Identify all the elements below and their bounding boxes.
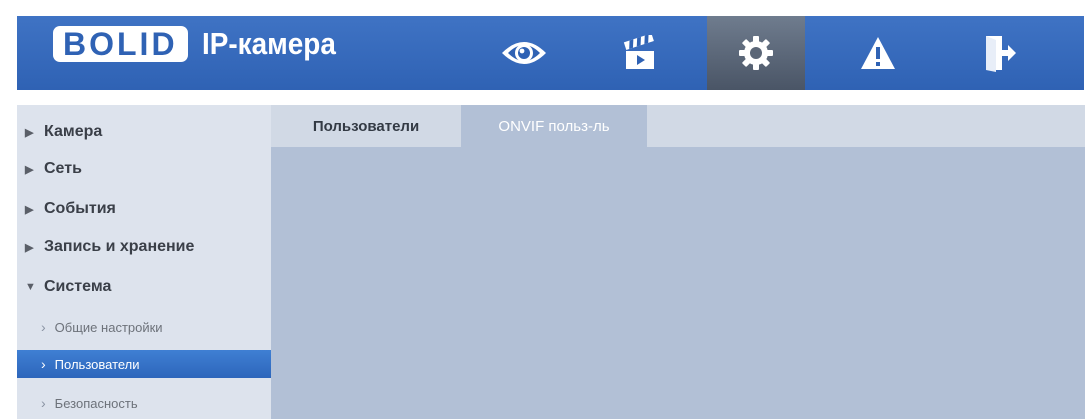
collapsed-arrow-icon: ▶ <box>25 203 34 216</box>
expanded-arrow-icon: ▼ <box>25 281 36 293</box>
top-navigation-bar: BOLID IP-камера <box>17 16 1084 90</box>
sidebar-subitem-general-settings[interactable]: › Общие настройки <box>17 313 271 341</box>
sidebar-item-label: Запись и хранение <box>44 238 195 255</box>
sidebar-subitem-label: Пользователи <box>54 356 140 372</box>
sidebar-item-system[interactable]: ▼ Система <box>17 271 271 303</box>
brand-logo: BOLID <box>53 26 188 62</box>
tab-users[interactable]: Пользователи <box>271 105 461 147</box>
app-logo: BOLID IP-камера <box>53 26 350 62</box>
content-area: Пользователи ONVIF польз-ль <box>271 105 1085 419</box>
chevron-right-icon: › <box>41 319 46 335</box>
eye-icon <box>502 42 546 64</box>
sidebar-subitem-users[interactable]: › Пользователи <box>17 350 271 378</box>
sidebar-subitem-label: Безопасность <box>54 395 138 411</box>
sidebar-item-camera[interactable]: ▶ Камера <box>17 116 271 148</box>
collapsed-arrow-icon: ▶ <box>25 241 34 254</box>
nav-playback[interactable] <box>591 16 689 90</box>
sidebar-item-storage[interactable]: ▶ Запись и хранение <box>17 231 271 263</box>
sidebar-item-label: События <box>44 200 116 217</box>
tab-strip: Пользователи ONVIF польз-ль <box>271 105 1085 147</box>
sidebar-menu: ▶ Камера ▶ Сеть ▶ События ▶ Запись и хра… <box>17 105 271 419</box>
nav-alarm[interactable] <box>829 16 927 90</box>
sidebar-item-events[interactable]: ▶ События <box>17 193 271 225</box>
clapperboard-icon <box>623 35 654 69</box>
sidebar-subitem-security[interactable]: › Безопасность <box>17 389 271 417</box>
sidebar-item-label: Сеть <box>44 160 82 177</box>
exit-icon <box>986 36 1016 72</box>
sidebar-item-label: Камера <box>44 123 103 140</box>
collapsed-arrow-icon: ▶ <box>25 163 34 176</box>
tab-onvif-users[interactable]: ONVIF польз-ль <box>461 105 647 147</box>
chevron-right-icon: › <box>41 395 46 411</box>
nav-live-view[interactable] <box>475 16 573 90</box>
warning-icon <box>861 37 895 69</box>
sidebar-item-label: Система <box>44 278 112 295</box>
gear-icon <box>739 36 773 70</box>
nav-settings[interactable] <box>707 16 805 90</box>
nav-logout[interactable] <box>951 16 1049 90</box>
sidebar-item-network[interactable]: ▶ Сеть <box>17 153 271 185</box>
sidebar-subitem-label: Общие настройки <box>54 319 163 335</box>
collapsed-arrow-icon: ▶ <box>25 126 34 139</box>
app-title: IP-камера <box>201 26 336 61</box>
chevron-right-icon: › <box>41 356 46 372</box>
